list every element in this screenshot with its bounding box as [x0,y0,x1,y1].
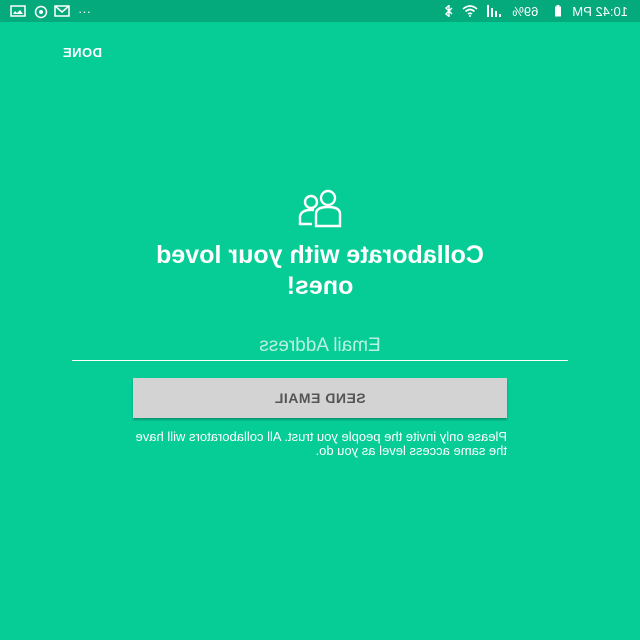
headline: Collaborate with your loved ones! [156,241,484,300]
mail-icon [54,5,70,17]
overflow-dots: ··· [78,3,91,19]
trust-note: Please only invite the people you trust.… [135,429,507,458]
status-bar: 10:42 PM 69% ··· [0,0,640,22]
whatsapp-icon [34,5,48,19]
done-button[interactable]: DONE [62,45,102,60]
app-screen: 10:42 PM 69% ··· DONE Collaborate with y… [0,0,640,640]
people-icon [296,188,344,228]
send-email-button[interactable]: SEND EMAIL [133,378,507,418]
image-icon [10,5,26,17]
signal-icon [487,5,502,17]
battery-icon [548,5,562,17]
battery-percent: 69% [512,3,539,19]
email-input[interactable] [72,332,568,361]
bluetooth-icon [440,4,454,18]
status-time: 10:42 PM [572,3,628,19]
wifi-icon [462,5,478,17]
